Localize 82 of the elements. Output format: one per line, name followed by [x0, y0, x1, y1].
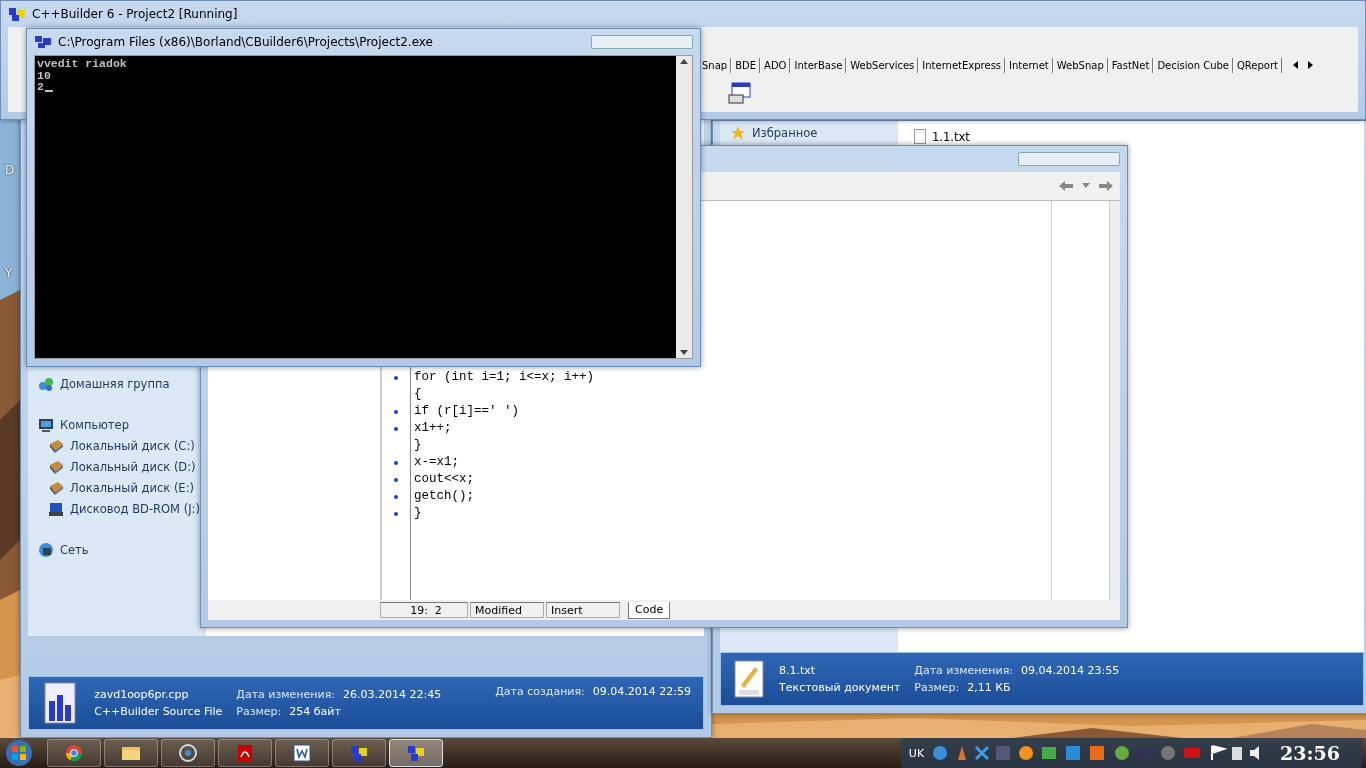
field-label: Дата изменения: [236, 688, 335, 701]
desktop-icon-label: D [5, 163, 15, 177]
code-line: if (r[i]==' ') [414, 403, 521, 420]
scroll-down-icon[interactable] [680, 350, 688, 355]
homegroup-icon [38, 375, 54, 392]
document-icon [293, 744, 311, 762]
nav-item[interactable]: Локальный диск (E:) [48, 477, 194, 498]
code-line: cout<<x; [414, 471, 475, 488]
modified-status: Modified [470, 602, 544, 618]
start-button[interactable] [4, 739, 34, 767]
optical-drive-icon [48, 500, 64, 517]
language-indicator[interactable]: UK [908, 746, 925, 760]
caret-icon[interactable] [1082, 183, 1090, 189]
field-value: 26.03.2014 22:45 [343, 688, 442, 701]
clock[interactable]: 23:56 [1280, 742, 1340, 764]
hard-disk-icon [48, 458, 64, 475]
field-label: Размер: [914, 681, 960, 694]
window-title: C++Builder 6 - Project2 [Running] [32, 7, 238, 21]
nav-item[interactable]: Сеть [38, 539, 89, 560]
palette-tab[interactable]: WebSnap [1052, 58, 1108, 73]
forward-arrow-icon[interactable] [1098, 180, 1114, 192]
field-value: 254 байт [289, 705, 341, 718]
nav-item[interactable]: Избранное [730, 122, 818, 143]
hard-disk-icon [48, 479, 64, 496]
computer-icon [38, 416, 54, 433]
text-file-icon [733, 659, 765, 699]
field-label: Дата создания: [495, 685, 585, 698]
text-file-icon [914, 129, 926, 144]
code-line: } [414, 437, 423, 454]
file-type: Текстовый документ [779, 681, 901, 694]
app-icon [8, 6, 26, 22]
field-label: Дата изменения: [914, 664, 1013, 677]
desktop-icon-label: Y [5, 266, 13, 280]
editor-tab[interactable]: Code [628, 601, 671, 619]
code-line: { [414, 386, 423, 403]
field-value: 2,11 КБ [967, 681, 1011, 694]
file-type: C++Builder Source File [94, 705, 223, 718]
taskbar-button[interactable] [389, 739, 443, 767]
file-item[interactable]: 1.1.txt [914, 129, 1348, 144]
star-icon [730, 124, 746, 141]
signal-icon [178, 744, 198, 762]
code-line: x1++; [414, 420, 453, 437]
console-line: 10 [37, 69, 51, 81]
nav-item[interactable]: Локальный диск (D:) [48, 456, 196, 477]
nav-item[interactable]: Домашняя группа [38, 373, 170, 394]
palette-tab[interactable]: Internet [1005, 58, 1053, 73]
window-title: C:\Program Files (x86)\Borland\CBuilder6\Projects\Project2.exe [58, 35, 433, 49]
code-line: for (int i=1; i<=x; i++) [414, 369, 596, 386]
file-name: zavd1oop6pr.cpp [94, 688, 190, 701]
palette-tab[interactable]: InterBase [790, 58, 847, 73]
palette-tab[interactable]: FastNet [1107, 58, 1154, 73]
file-name: 8.1.txt [779, 664, 817, 677]
palette-tab[interactable]: BDE [731, 58, 761, 73]
back-arrow-icon[interactable] [1058, 180, 1074, 192]
palette-tab[interactable]: QReport [1233, 58, 1282, 73]
scroll-up-icon[interactable] [680, 59, 688, 64]
palette-tab[interactable]: WebServices [846, 58, 919, 73]
form-icon[interactable] [728, 81, 752, 104]
console-line: 2 [37, 81, 44, 93]
code-line: } [414, 505, 423, 522]
app-icon [34, 35, 52, 49]
code-line: getch(); [414, 488, 475, 505]
cursor-position: 19: 2 [380, 602, 468, 618]
palette-tab[interactable]: InternetExpress [918, 58, 1006, 73]
palette-tab[interactable]: Decision Cube [1153, 58, 1233, 73]
nav-item[interactable]: Локальный диск (C:) [48, 435, 195, 456]
field-value: 09.04.2014 22:59 [592, 685, 691, 698]
code-line: x-=x1; [414, 454, 460, 471]
vertical-scrollbar[interactable] [1109, 201, 1120, 600]
console-line: vvedit riadok [37, 58, 127, 70]
browser-icon [65, 744, 83, 762]
vertical-scrollbar[interactable] [676, 56, 692, 358]
field-value: 09.04.2014 23:55 [1020, 664, 1120, 677]
folder-icon [121, 745, 141, 761]
network-icon [38, 541, 54, 558]
nav-item[interactable]: Дисковод BD-ROM (J:) [48, 498, 200, 519]
nav-item[interactable]: Компьютер [38, 414, 129, 435]
palette-tab[interactable]: ADO [760, 58, 791, 73]
text-cursor [44, 89, 53, 92]
field-label: Размер: [236, 705, 282, 718]
insert-mode-status: Insert [546, 602, 620, 618]
hard-disk-icon [48, 437, 64, 454]
